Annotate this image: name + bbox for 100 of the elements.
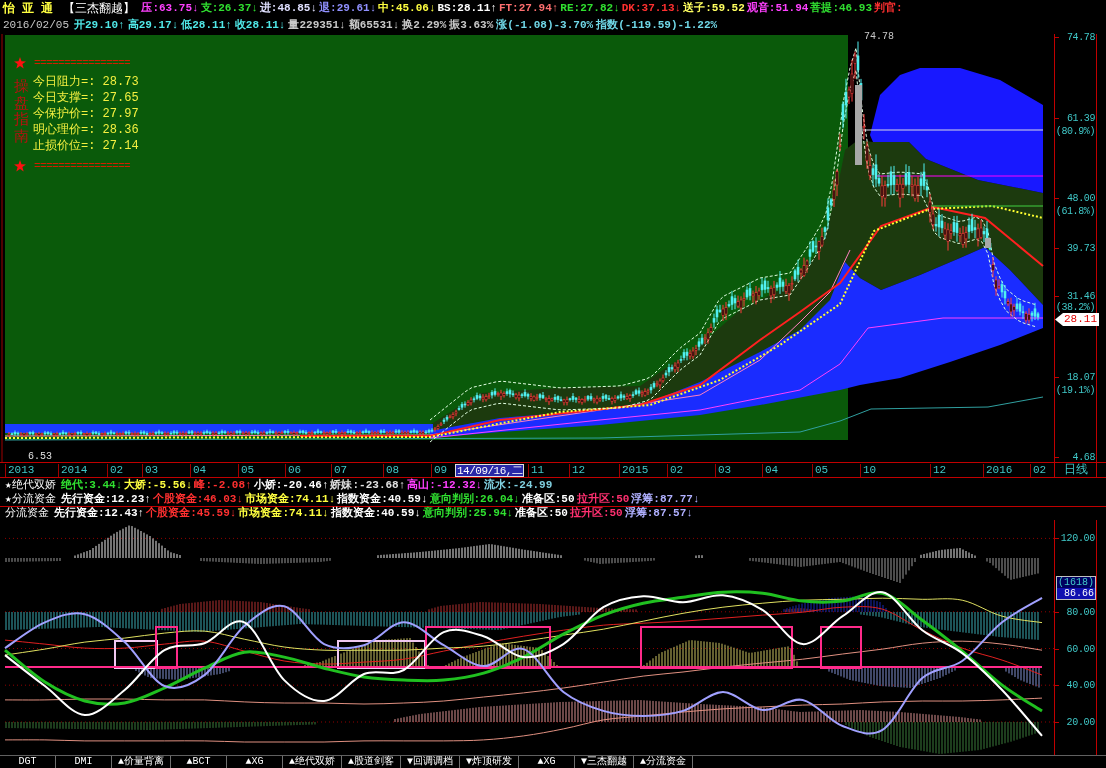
date-label: 02 [107,464,124,477]
indicator-value: 先行资金:12.43↑ [54,508,145,519]
divider-text: ================ [34,57,131,69]
legend-line: 今日阻力=: 28.73 [33,76,139,89]
date-label: 03 [142,464,159,477]
indicator-value: 市场资金:74.11↓ [238,508,329,519]
price-field: 指数(-119.59)-1.22% [596,20,718,31]
high-price-label: 74.78 [864,32,894,42]
indicator-value: 意向判别:26.04↓ [429,493,520,505]
date-label: 05 [238,464,255,477]
date-label: 06 [285,464,302,477]
trade-date: 2016/02/05 [3,20,69,31]
scale-label: 20.00 [1066,716,1095,728]
price-axis-label: (19.1%) [1055,385,1095,396]
price-field: 振3.63% [449,20,494,31]
indicator-value: 中:45.06↓ [378,3,436,14]
price-axis-label: 4.68 [1072,452,1095,463]
date-label: 2016 [983,464,1013,477]
star-icon [14,57,26,69]
indicator-value: 判官: [874,3,903,14]
indicator-value: 准备区:50 [521,493,575,505]
indicator-value: 个股资金:46.03↓ [152,493,244,505]
price-field: 换2.29% [402,20,447,31]
indicator-value: 拉升区:50 [576,493,630,505]
date-label: 2015 [619,464,649,477]
price-axis-label: 48.00 [1067,193,1095,204]
price-field: 额65531↓ [348,20,400,31]
legend-title: 操盘指南 [14,80,29,148]
indicator-title: 分流资金 [5,508,49,519]
indicator-value: 娇妹:-23.68↑ [330,479,406,491]
indicator-value: 退:29.61↓ [319,3,377,14]
indicator-value: 小娇:-20.46↑ [253,479,329,491]
lift-zone-frame [155,626,178,669]
price-axis-label: (80.9%) [1055,126,1095,137]
indicator-value: 浮筹:87.77↓ [631,493,700,505]
price-axis-label: 18.07 [1067,372,1095,383]
legend-line: 今日支撑=: 27.65 [33,92,139,105]
date-label: 03 [715,464,732,477]
indicator-value: 观音:51.94 [746,3,809,14]
scale-label: 40.00 [1066,680,1095,692]
indicator-value: RE:27.82↓ [560,3,620,14]
indicator-value: 个股资金:45.59↓ [146,508,237,519]
price-axis-label: (38.2%) [1055,302,1095,313]
indicator-value: 先行资金:12.23↑ [60,493,151,505]
stock-name: 怡 亚 通 [3,2,54,15]
date-label: 11 [528,464,545,477]
date-label: 2013 [5,464,35,477]
low-price-label: 6.53 [28,452,52,462]
scale-label: 120.00 [1060,533,1095,545]
date-label: 10 [860,464,877,477]
indicator-value: 峰:-2.08↑ [194,479,252,491]
price-axis-label: (61.8%) [1055,206,1095,217]
price-axis-label: 39.73 [1067,243,1095,254]
indicator-value: 压:63.75↓ [141,3,199,14]
price-axis-label: 31.46 [1067,291,1095,302]
indicator-value: 指数资金:40.59↓ [337,493,428,505]
star-icon [14,160,26,172]
value-label: 86.66 [1057,588,1095,599]
price-field: 低28.11↑ [181,20,232,31]
price-axis-label: 74.78 [1067,32,1095,43]
indicator-value: DK:37.13↓ [621,3,682,14]
indicator-value: 流水:-24.99 [484,479,553,491]
date-label: 04 [762,464,779,477]
date-label: 05 [812,464,829,477]
legend-line: 止损价位=: 27.14 [33,140,139,153]
price-field: 开29.10↑ [74,20,125,31]
date-label: 08 [383,464,400,477]
date-label: 14/09/16,二 [455,464,525,477]
indicator-title: ★分流资金 [5,493,56,505]
indicator-value: 绝代:3.44↓ [60,479,123,491]
indicator-value: 支:26.37↓ [200,3,258,14]
date-label: 09 [431,464,448,477]
indicator-value: 指数资金:40.59↓ [330,508,421,519]
scale-label: 60.00 [1066,643,1095,655]
legend-line: 今保护价=: 27.97 [33,108,139,121]
date-label: 04 [190,464,207,477]
indicator-value: 菩提:46.93 [810,3,872,14]
lift-zone-frame [820,626,862,669]
price-axis-label: 61.39 [1067,113,1095,124]
indicator-value: 大娇:-5.56↓ [124,479,193,491]
date-label: 07 [331,464,348,477]
formula-title: 【三杰翻越】 [63,2,136,15]
scale-label: 80.00 [1066,606,1095,618]
indicator-value: 准备区:50 [515,508,568,519]
indicator-value: 市场资金:74.11↓ [245,493,336,505]
period-label: 日线 [1063,464,1088,476]
date-label: 12 [569,464,586,477]
indicator-value: BS:28.11↑ [437,3,497,14]
indicator-value: 送子:59.52 [683,3,745,14]
date-label: 12 [930,464,947,477]
date-label: 2014 [58,464,88,477]
price-field: 量229351↓ [288,20,346,31]
indicator-value: 浮筹:87.57↓ [624,508,693,519]
date-label: 02 [1030,464,1047,477]
indicator-value: FT:27.94↑ [498,3,559,14]
price-field: 涨(-1.08)-3.70% [496,20,594,31]
prepare-zone-frame [114,640,158,669]
indicator-title: ★绝代双娇 [5,479,56,491]
date-label: 02 [667,464,684,477]
indicator-value: 拉升区:50 [569,508,623,519]
